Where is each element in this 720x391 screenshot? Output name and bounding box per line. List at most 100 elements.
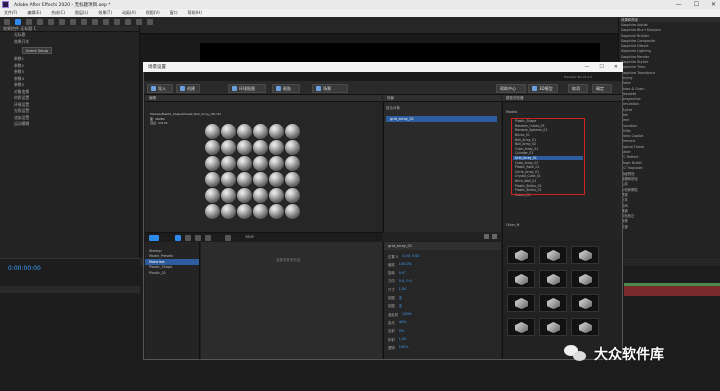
menu-item[interactable]: 编辑(E) xyxy=(27,10,41,16)
menu-item[interactable]: 窗口 xyxy=(170,10,178,16)
layer-row[interactable] xyxy=(0,286,140,293)
dialog-maximize-icon[interactable]: ☐ xyxy=(599,64,603,70)
hand-tool-icon[interactable] xyxy=(26,18,32,25)
home-icon[interactable] xyxy=(4,18,10,25)
preset-thumbnail[interactable] xyxy=(539,294,567,312)
mask-tool-icon[interactable] xyxy=(81,18,87,25)
light-icon[interactable] xyxy=(225,235,231,241)
camera-icon[interactable] xyxy=(149,235,159,241)
tree-group[interactable]: Other_M xyxy=(506,223,519,227)
folder-item[interactable]: Plastic_01 xyxy=(145,270,199,276)
timecode[interactable]: 0:00:00:00 xyxy=(8,265,41,272)
ok-button[interactable]: 确定 xyxy=(592,84,612,93)
property-row[interactable]: 位置 X 0.00, 0.00 xyxy=(388,253,419,259)
property-value[interactable]: 0.0° xyxy=(399,271,406,275)
preset-thumbnail[interactable] xyxy=(571,294,599,312)
property-value[interactable]: 0% xyxy=(399,329,404,333)
preset-thumbnail[interactable] xyxy=(539,318,567,336)
menu-item[interactable]: 视图(V) xyxy=(146,10,160,16)
move-icon[interactable] xyxy=(175,235,181,241)
env-map-button[interactable]: 环境贴图 xyxy=(228,84,266,93)
menu-item[interactable]: 文件(F) xyxy=(4,10,17,16)
effect-item[interactable]: 运动模糊 xyxy=(0,121,139,128)
property-value[interactable]: 1.00 xyxy=(399,337,407,341)
effect-controls-panel: 效果控件 无标题 1 无标题 效果开关 Scene Setup 参数1 参数2 … xyxy=(0,26,140,258)
delete-icon[interactable] xyxy=(492,234,497,239)
rotate-tool-icon[interactable] xyxy=(48,18,54,25)
pan-tool-icon[interactable] xyxy=(70,18,76,25)
import-label: 导入 xyxy=(158,85,166,91)
property-value[interactable]: 100.0% xyxy=(399,262,412,266)
scale-icon[interactable] xyxy=(195,235,201,241)
stamp-tool-icon[interactable] xyxy=(125,18,131,25)
menu-item[interactable]: 图层(L) xyxy=(75,10,88,16)
property-value[interactable]: 1.00 xyxy=(399,287,407,291)
scene-button[interactable]: 场景 xyxy=(312,84,348,93)
property-row[interactable]: 折射 1.00 xyxy=(388,336,406,342)
viewport-header: 编辑 xyxy=(145,95,382,102)
preset-thumbnail[interactable] xyxy=(507,318,535,336)
property-value[interactable]: 无 xyxy=(399,303,402,308)
preset-thumbnail[interactable] xyxy=(571,246,599,264)
property-row[interactable]: 尺寸 1.00 xyxy=(388,286,406,292)
puppet-tool-icon[interactable] xyxy=(147,18,153,25)
property-value[interactable]: 40% xyxy=(399,320,407,324)
property-row[interactable]: 方向 0.0, 0.0 xyxy=(388,278,412,284)
eraser-tool-icon[interactable] xyxy=(136,18,142,25)
dialog-close-icon[interactable]: ✕ xyxy=(614,64,618,70)
preset-thumbnail[interactable] xyxy=(507,246,535,264)
property-value[interactable]: 0.0, 0.0 xyxy=(399,279,412,283)
help-center-button[interactable]: 帮助中心 xyxy=(496,84,526,93)
cancel-button[interactable]: 取消 xyxy=(568,84,588,93)
close-icon[interactable]: ✕ xyxy=(711,1,716,8)
preset-thumbnail[interactable] xyxy=(539,270,567,288)
grid-icon[interactable] xyxy=(205,235,211,241)
property-row[interactable]: 漫反射 100% xyxy=(388,311,412,317)
property-value[interactable]: 无 xyxy=(399,295,402,300)
text-tool-icon[interactable] xyxy=(103,18,109,25)
property-row[interactable]: 贴图无 xyxy=(388,295,402,301)
selection-tool-icon[interactable] xyxy=(15,18,21,25)
preset-thumbnail[interactable] xyxy=(507,294,535,312)
property-row[interactable]: 缩放 100.0% xyxy=(388,261,412,267)
menu-item[interactable]: 帮助(H) xyxy=(188,10,202,16)
property-value[interactable]: 100% xyxy=(399,345,409,349)
effect-item[interactable]: 效果开关 xyxy=(0,39,139,46)
scene-setup-button[interactable]: Scene Setup xyxy=(22,47,52,54)
maximize-icon[interactable]: ☐ xyxy=(694,1,699,8)
property-row[interactable]: 旋转 0.0° xyxy=(388,270,406,276)
preset-thumbnail[interactable] xyxy=(507,270,535,288)
resolution-label[interactable]: 360P xyxy=(245,235,254,239)
preset-thumbnail[interactable] xyxy=(571,270,599,288)
add-icon[interactable] xyxy=(484,234,489,239)
preset-thumbnail[interactable] xyxy=(571,318,599,336)
sphere-array-model[interactable] xyxy=(205,124,305,220)
menu-item[interactable]: 效果(T) xyxy=(98,10,112,16)
property-row[interactable]: 贴图无 xyxy=(388,303,402,309)
paste-button[interactable]: 粘贴 xyxy=(272,84,300,93)
preset-thumbnail[interactable] xyxy=(539,246,567,264)
dialog-minimize-icon[interactable]: — xyxy=(584,64,589,70)
composition-tab-bar[interactable] xyxy=(140,26,618,34)
tree-root[interactable]: Models xyxy=(506,110,517,114)
menu-item[interactable]: 动画(A) xyxy=(122,10,136,16)
brush-tool-icon[interactable] xyxy=(114,18,120,25)
rotate-icon[interactable] xyxy=(185,235,191,241)
import-button[interactable]: 导入 xyxy=(147,84,173,93)
camera-tool-icon[interactable] xyxy=(59,18,65,25)
effect-category[interactable]: 过渡 xyxy=(619,224,720,229)
scene-item-selected[interactable]: grid_array_01 xyxy=(386,116,497,122)
sphere xyxy=(269,172,284,187)
zoom-tool-icon[interactable] xyxy=(37,18,43,25)
property-row[interactable]: 透明 100% xyxy=(388,344,408,350)
minimize-icon[interactable]: — xyxy=(676,1,682,8)
3d-model-button[interactable]: 3D模型 xyxy=(528,84,558,93)
property-row[interactable]: 反射 0% xyxy=(388,328,404,334)
create-button[interactable]: 创建 xyxy=(176,84,200,93)
property-row[interactable]: 高光 40% xyxy=(388,319,406,325)
property-value[interactable]: 100% xyxy=(402,312,412,316)
menu-item[interactable]: 合成(C) xyxy=(51,10,65,16)
layer-duration-bar[interactable] xyxy=(624,286,720,296)
property-value[interactable]: 0.00, 0.00 xyxy=(402,254,419,258)
pen-tool-icon[interactable] xyxy=(92,18,98,25)
